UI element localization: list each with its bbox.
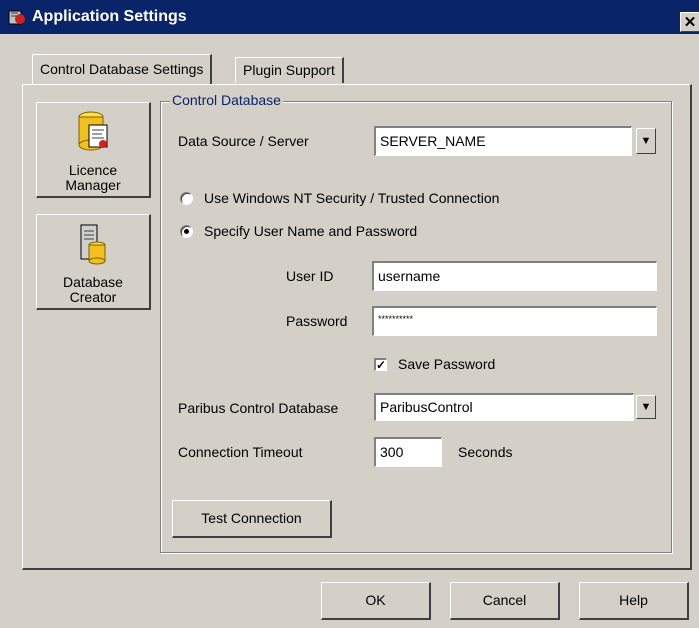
test-connection-button[interactable]: Test Connection	[172, 500, 332, 538]
database-server-icon	[80, 224, 106, 265]
user-id-input[interactable]: username	[372, 261, 657, 291]
licence-manager-label: Licence Manager	[65, 162, 121, 193]
group-title: Control Database	[170, 92, 283, 108]
specify-user-password-radio[interactable]	[180, 225, 193, 238]
licence-manager-button[interactable]: Licence Manager	[36, 102, 151, 198]
password-input[interactable]: **********	[372, 306, 657, 336]
close-button[interactable]: ✕	[680, 12, 699, 32]
specify-user-password-label[interactable]: Specify User Name and Password	[204, 223, 417, 239]
data-source-dropdown-button[interactable]: ▼	[636, 128, 656, 154]
ok-label: OK	[365, 592, 386, 608]
cancel-button[interactable]: Cancel	[450, 582, 560, 620]
tab-label: Plugin Support	[243, 62, 335, 78]
window-title: Application Settings	[32, 8, 187, 25]
save-password-label[interactable]: Save Password	[398, 356, 495, 372]
tab-control-database-settings[interactable]: Control Database Settings	[32, 54, 213, 84]
help-label: Help	[619, 592, 648, 608]
connection-timeout-input[interactable]: 300	[374, 437, 442, 467]
user-id-label: User ID	[286, 268, 334, 284]
windows-nt-security-label[interactable]: Use Windows NT Security / Trusted Connec…	[204, 190, 499, 206]
chevron-down-icon: ▼	[640, 135, 652, 147]
ok-button[interactable]: OK	[321, 582, 431, 620]
licence-database-icon	[78, 111, 108, 151]
data-source-label: Data Source / Server	[178, 133, 309, 149]
app-icon	[8, 10, 25, 25]
cancel-label: Cancel	[482, 592, 527, 608]
data-source-combo[interactable]: SERVER_NAME	[374, 126, 632, 156]
password-label: Password	[286, 313, 348, 329]
help-button[interactable]: Help	[579, 582, 689, 620]
timeout-unit-label: Seconds	[458, 444, 513, 460]
checkmark-icon: ✓	[376, 358, 387, 372]
connection-timeout-label: Connection Timeout	[178, 444, 303, 460]
tab-plugin-support[interactable]: Plugin Support	[235, 57, 344, 83]
paribus-database-dropdown-button[interactable]: ▼	[636, 395, 656, 419]
paribus-control-database-combo[interactable]: ParibusControl	[374, 393, 634, 421]
save-password-checkbox[interactable]: ✓	[374, 358, 387, 371]
test-connection-label: Test Connection	[201, 510, 302, 526]
chevron-down-icon: ▼	[640, 401, 652, 413]
paribus-control-database-label: Paribus Control Database	[178, 400, 339, 416]
title-bar: Application Settings	[0, 0, 699, 34]
windows-nt-security-radio[interactable]	[180, 192, 193, 205]
close-icon: ✕	[683, 14, 697, 31]
database-creator-button[interactable]: Database Creator	[36, 214, 151, 310]
tab-label: Control Database Settings	[40, 61, 204, 77]
database-creator-label: Database Creator	[63, 274, 123, 305]
